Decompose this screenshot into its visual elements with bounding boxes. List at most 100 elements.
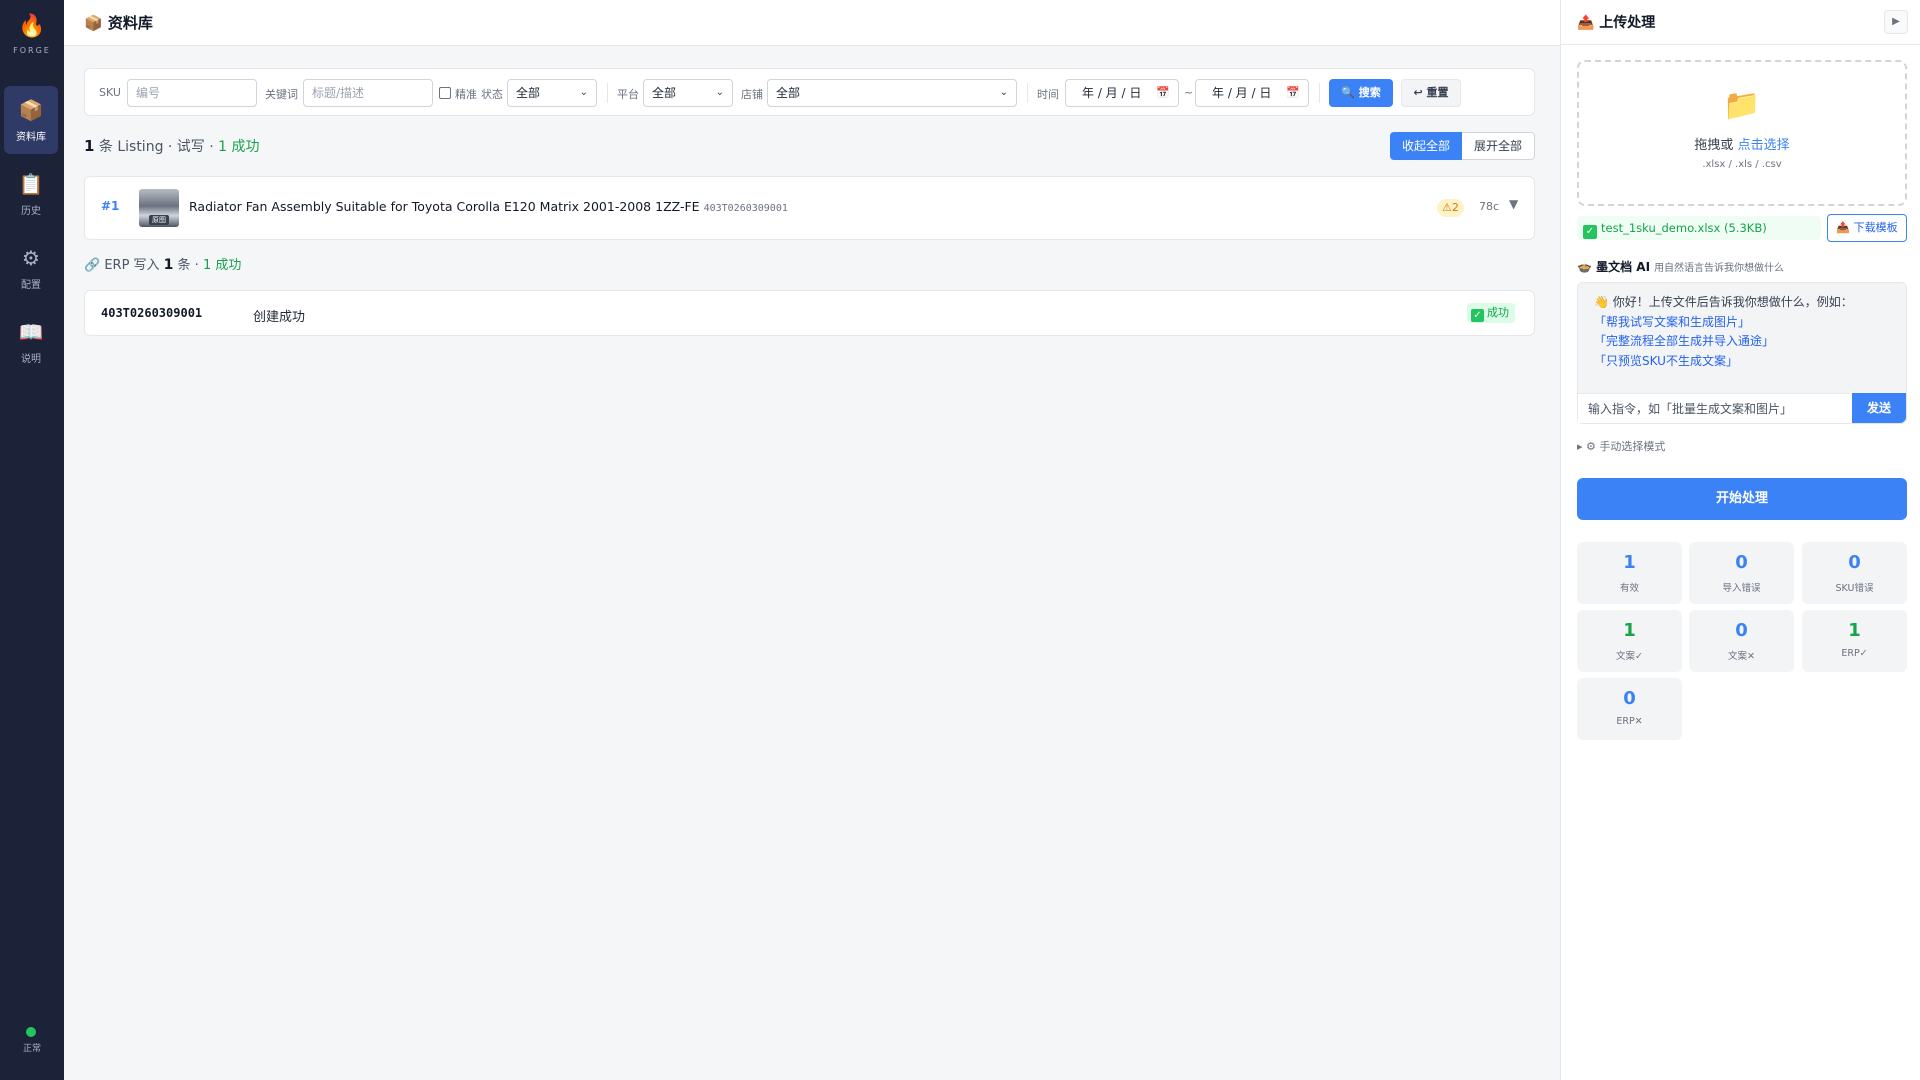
stat-label: 文案✓ bbox=[1616, 651, 1643, 662]
stat-card: 0 ERP✕ bbox=[1577, 678, 1682, 740]
download-template-button[interactable]: 📤 下载模板 bbox=[1827, 214, 1907, 242]
listing-summary: 1 条 Listing · 试写 · 1 成功 bbox=[84, 136, 260, 156]
status-badge: ✓ 成功 bbox=[1467, 303, 1515, 323]
erp-success: 1 成功 bbox=[202, 258, 242, 273]
product-thumbnail[interactable]: 原图 bbox=[139, 189, 179, 227]
sidebar-item-label: 说明 bbox=[21, 354, 41, 365]
stat-card: 0 导入错误 bbox=[1689, 542, 1794, 604]
suggestion-item[interactable]: 「只预览SKU不生成文案」 bbox=[1594, 352, 1890, 372]
chevron-down-icon: ⌄ bbox=[579, 87, 588, 98]
start-processing-button[interactable]: 开始处理 bbox=[1577, 478, 1907, 520]
summary-text: 条 Listing · 试写 · bbox=[94, 139, 219, 155]
thumbnail-tag: 原图 bbox=[149, 215, 169, 225]
erp-count: 1 bbox=[163, 257, 174, 273]
shop-select-value: 全部 bbox=[776, 86, 801, 100]
summary-success: 1 成功 bbox=[218, 139, 260, 155]
keyword-input[interactable] bbox=[303, 79, 433, 107]
reset-button[interactable]: ↩ 重置 bbox=[1401, 79, 1461, 107]
date-to-value: 年 / 月 / 日 bbox=[1212, 86, 1272, 100]
listing-row[interactable]: #1 原图 Radiator Fan Assembly Suitable for… bbox=[84, 176, 1535, 240]
char-count: 78c bbox=[1479, 200, 1500, 213]
date-from-input[interactable]: 年 / 月 / 日 📅 bbox=[1065, 79, 1179, 107]
panel-title: 📤 上传处理 bbox=[1577, 15, 1656, 31]
shop-select[interactable]: 全部 ⌄ bbox=[767, 79, 1017, 107]
brand-name: FORGE bbox=[13, 46, 51, 55]
ai-command-input[interactable] bbox=[1578, 393, 1850, 423]
calendar-icon[interactable]: 📅 bbox=[1286, 80, 1300, 106]
status-label: 状态 bbox=[481, 88, 503, 101]
erp-mid: 条 · bbox=[173, 258, 203, 273]
sku-label: SKU bbox=[99, 86, 121, 99]
stat-label: 文案✕ bbox=[1728, 651, 1755, 662]
collapse-panel-button[interactable]: ▶ bbox=[1884, 10, 1908, 34]
stat-value: 0 bbox=[1735, 552, 1748, 573]
date-from-value: 年 / 月 / 日 bbox=[1082, 86, 1142, 100]
stat-value: 0 bbox=[1623, 688, 1636, 709]
flame-icon: 🔥 bbox=[18, 14, 46, 39]
stat-value: 0 bbox=[1848, 552, 1861, 573]
listing-count: 1 bbox=[84, 137, 95, 155]
stat-value: 0 bbox=[1735, 620, 1748, 641]
divider bbox=[1027, 83, 1028, 103]
collapse-all-button[interactable]: 收起全部 bbox=[1390, 132, 1462, 160]
sku-input[interactable] bbox=[127, 79, 257, 107]
stat-label: SKU错误 bbox=[1835, 583, 1874, 594]
listing-title: Radiator Fan Assembly Suitable for Toyot… bbox=[189, 199, 788, 214]
erp-prefix: 🔗 ERP 写入 bbox=[84, 258, 164, 273]
platform-select-value: 全部 bbox=[652, 86, 677, 100]
dropzone-formats: .xlsx / .xls / .csv bbox=[1702, 159, 1782, 170]
date-to-input[interactable]: 年 / 月 / 日 📅 bbox=[1195, 79, 1309, 107]
manual-mode-toggle[interactable]: ▸ ⚙ 手动选择模式 bbox=[1577, 438, 1665, 454]
shop-label: 店铺 bbox=[741, 88, 763, 101]
divider bbox=[607, 83, 608, 103]
ai-greeting: 👋 你好！上传文件后告诉我你想做什么，例如： bbox=[1594, 295, 1853, 309]
range-separator: ~ bbox=[1184, 86, 1194, 99]
stat-card: 0 文案✕ bbox=[1689, 610, 1794, 672]
exact-checkbox[interactable] bbox=[439, 87, 451, 99]
stat-card: 0 SKU错误 bbox=[1802, 542, 1907, 604]
choose-file-link[interactable]: 点击选择 bbox=[1738, 138, 1790, 153]
folder-icon: 📁 bbox=[1723, 88, 1761, 123]
box-icon: 📦 bbox=[18, 98, 44, 122]
upload-panel: 📤 上传处理 ▶ 📁 拖拽或 点击选择 .xlsx / .xls / .csv … bbox=[1560, 0, 1920, 1080]
sidebar-item-label: 资料库 bbox=[16, 132, 46, 143]
dropzone-text: 拖拽或 点击选择 bbox=[1579, 134, 1905, 153]
erp-message: 创建成功 bbox=[253, 310, 306, 325]
check-icon: ✓ bbox=[1471, 309, 1484, 322]
file-dropzone[interactable]: 📁 拖拽或 点击选择 .xlsx / .xls / .csv bbox=[1577, 60, 1907, 206]
filter-bar: SKU 关键词 精准 状态 全部 ⌄ 平台 全部 ⌄ 店铺 全部 ⌄ 时间 年 … bbox=[84, 68, 1535, 116]
chevron-down-icon: ⌄ bbox=[999, 87, 1008, 98]
suggestion-item[interactable]: 「帮我试写文案和生成图片」 bbox=[1594, 313, 1890, 333]
calendar-icon[interactable]: 📅 bbox=[1156, 80, 1170, 106]
uploaded-file-chip: ✓ test_1sku_demo.xlsx (5.3KB) bbox=[1577, 216, 1821, 240]
expand-all-button[interactable]: 展开全部 bbox=[1462, 132, 1535, 160]
send-button[interactable]: 发送 bbox=[1852, 393, 1906, 423]
clipboard-icon: 📋 bbox=[18, 172, 44, 196]
platform-select[interactable]: 全部 ⌄ bbox=[643, 79, 733, 107]
sidebar-item-help[interactable]: 📖 说明 bbox=[4, 308, 58, 376]
stat-value: 1 bbox=[1623, 552, 1636, 573]
ai-message: 👋 你好！上传文件后告诉我你想做什么，例如： 「帮我试写文案和生成图片」 「完整… bbox=[1578, 283, 1906, 393]
check-icon: ✓ bbox=[1583, 225, 1597, 239]
stat-card: 1 文案✓ bbox=[1577, 610, 1682, 672]
sidebar: 🔥 FORGE 📦 资料库 📋 历史 ⚙ 配置 📖 说明 正常 bbox=[0, 0, 64, 1080]
listing-index: #1 bbox=[101, 199, 120, 213]
search-button[interactable]: 🔍 搜索 bbox=[1329, 79, 1393, 107]
sidebar-item-library[interactable]: 📦 资料库 bbox=[4, 86, 58, 154]
stat-card: 1 ERP✓ bbox=[1802, 610, 1907, 672]
sidebar-item-config[interactable]: ⚙ 配置 bbox=[4, 234, 58, 302]
erp-summary: 🔗 ERP 写入 1 条 · 1 成功 bbox=[84, 254, 241, 273]
uploaded-file-name: test_1sku_demo.xlsx (5.3KB) bbox=[1601, 221, 1767, 235]
status-select[interactable]: 全部 ⌄ bbox=[507, 79, 597, 107]
stat-value: 1 bbox=[1848, 620, 1861, 641]
divider bbox=[1561, 44, 1920, 45]
expand-caret-icon[interactable]: ▼ bbox=[1509, 197, 1518, 211]
stat-card: 1 有效 bbox=[1577, 542, 1682, 604]
listing-title-text: Radiator Fan Assembly Suitable for Toyot… bbox=[189, 199, 700, 214]
ai-chat-box: 👋 你好！上传文件后告诉我你想做什么，例如： 「帮我试写文案和生成图片」 「完整… bbox=[1577, 282, 1907, 424]
ai-title: 🍲 墨文档 AI bbox=[1577, 260, 1651, 274]
platform-label: 平台 bbox=[617, 88, 639, 101]
suggestion-item[interactable]: 「完整流程全部生成并导入通途」 bbox=[1594, 332, 1890, 352]
divider bbox=[1319, 83, 1320, 103]
sidebar-item-history[interactable]: 📋 历史 bbox=[4, 160, 58, 228]
